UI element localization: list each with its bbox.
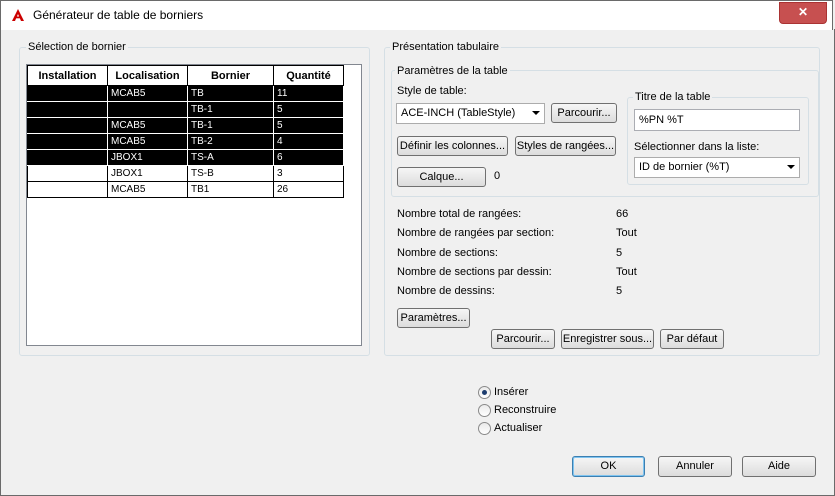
chevron-down-icon [532, 111, 540, 115]
title-bar: Générateur de table de borniers ✕ [0, 0, 833, 30]
col-quantite[interactable]: Quantité [273, 65, 344, 86]
col-installation[interactable]: Installation [27, 65, 108, 86]
stat-value: 5 [616, 246, 623, 259]
cell-bornier: TS-A [187, 149, 274, 166]
stat-label: Nombre de dessins: [397, 285, 495, 298]
tabular-presentation-label: Présentation tabulaire [390, 41, 502, 53]
cell-bornier: TB-1 [187, 117, 274, 134]
cell-installation [27, 85, 108, 102]
select-list-dropdown[interactable]: ID de bornier (%T) [634, 157, 800, 178]
close-icon: ✕ [797, 5, 809, 19]
cell-installation [27, 149, 108, 166]
table-row[interactable]: JBOX1 TS-A 6 [27, 149, 344, 166]
stat-label: Nombre de sections: [397, 246, 498, 259]
cell-quantite: 26 [273, 181, 344, 198]
help-button[interactable]: Aide [742, 456, 816, 477]
cell-quantite: 3 [273, 165, 344, 182]
default-button[interactable]: Par défaut [660, 329, 724, 349]
cell-localisation: MCAB5 [107, 117, 188, 134]
table-row[interactable]: MCAB5 TB-2 4 [27, 133, 344, 150]
settings-button[interactable]: Paramètres... [397, 308, 470, 328]
col-bornier[interactable]: Bornier [187, 65, 274, 86]
stat-value: Tout [616, 227, 637, 240]
terminal-table[interactable]: Installation Localisation Bornier Quanti… [26, 64, 362, 346]
autocad-app-icon [12, 9, 24, 21]
col-localisation[interactable]: Localisation [107, 65, 188, 86]
radio-update-control[interactable] [478, 422, 491, 435]
radio-insert-control[interactable] [478, 386, 491, 399]
cell-bornier: TB1 [187, 181, 274, 198]
table-title-input[interactable]: %PN %T [634, 109, 800, 131]
cancel-button[interactable]: Annuler [658, 456, 732, 477]
row-styles-button[interactable]: Styles de rangées... [515, 136, 616, 156]
cell-localisation: MCAB5 [107, 133, 188, 150]
browse-button[interactable]: Parcourir... [491, 329, 555, 349]
radio-rebuild-control[interactable] [478, 404, 491, 417]
cell-quantite: 5 [273, 101, 344, 118]
cell-bornier: TB-1 [187, 101, 274, 118]
select-list-label: Sélectionner dans la liste: [634, 141, 760, 153]
close-button[interactable]: ✕ [779, 2, 827, 24]
radio-rebuild-label: Reconstruire [494, 404, 557, 416]
cell-localisation: JBOX1 [107, 149, 188, 166]
radio-insert-label: Insérer [494, 386, 529, 398]
stat-value: 66 [616, 208, 629, 220]
cell-installation [27, 181, 108, 198]
cell-localisation: MCAB5 [107, 181, 188, 198]
table-row[interactable]: MCAB5 TB 11 [27, 85, 344, 102]
cell-bornier: TS-B [187, 165, 274, 182]
stat-value: Tout [616, 265, 637, 278]
define-columns-button[interactable]: Définir les colonnes... [397, 136, 508, 156]
radio-update-label: Actualiser [494, 422, 543, 434]
save-as-button[interactable]: Enregistrer sous... [561, 329, 654, 349]
table-params-label: Paramètres de la table [395, 65, 510, 77]
layer-button[interactable]: Calque... [397, 167, 486, 187]
cell-bornier: TB [187, 85, 274, 102]
layer-value: 0 [494, 170, 501, 182]
stat-value: 5 [616, 285, 623, 298]
table-style-dropdown[interactable]: ACE-INCH (TableStyle) [396, 103, 545, 124]
cell-quantite: 4 [273, 133, 344, 150]
browse-style-button[interactable]: Parcourir... [551, 103, 617, 123]
cell-installation [27, 101, 108, 118]
cell-quantite: 5 [273, 117, 344, 134]
cell-localisation: JBOX1 [107, 165, 188, 182]
cell-quantite: 11 [273, 85, 344, 102]
table-row[interactable]: MCAB5 TB1 26 [27, 181, 344, 198]
table-style-value: ACE-INCH (TableStyle) [401, 107, 516, 119]
table-header-row: Installation Localisation Bornier Quanti… [27, 65, 344, 86]
cell-bornier: TB-2 [187, 133, 274, 150]
cell-quantite: 6 [273, 149, 344, 166]
window-title: Générateur de table de borniers [33, 8, 204, 22]
chevron-down-icon [787, 165, 795, 169]
stat-label: Nombre de rangées par section: [397, 227, 555, 240]
table-row[interactable]: MCAB5 TB-1 5 [27, 117, 344, 134]
ok-button[interactable]: OK [572, 456, 645, 477]
table-row[interactable]: JBOX1 TS-B 3 [27, 165, 344, 182]
table-row[interactable]: TB-1 5 [27, 101, 344, 118]
cell-installation [27, 117, 108, 134]
table-title-label: Titre de la table [633, 91, 713, 103]
stat-label: Nombre total de rangées: [397, 208, 522, 220]
cell-localisation: MCAB5 [107, 85, 188, 102]
terminal-grid: Installation Localisation Bornier Quanti… [27, 65, 344, 198]
select-list-value: ID de bornier (%T) [639, 161, 730, 173]
cell-installation [27, 133, 108, 150]
table-style-label: Style de table: [397, 85, 467, 97]
stat-label: Nombre de sections par dessin: [397, 265, 552, 278]
terminal-selection-label: Sélection de bornier [26, 41, 128, 53]
cell-installation [27, 165, 108, 182]
cell-localisation [107, 101, 188, 118]
